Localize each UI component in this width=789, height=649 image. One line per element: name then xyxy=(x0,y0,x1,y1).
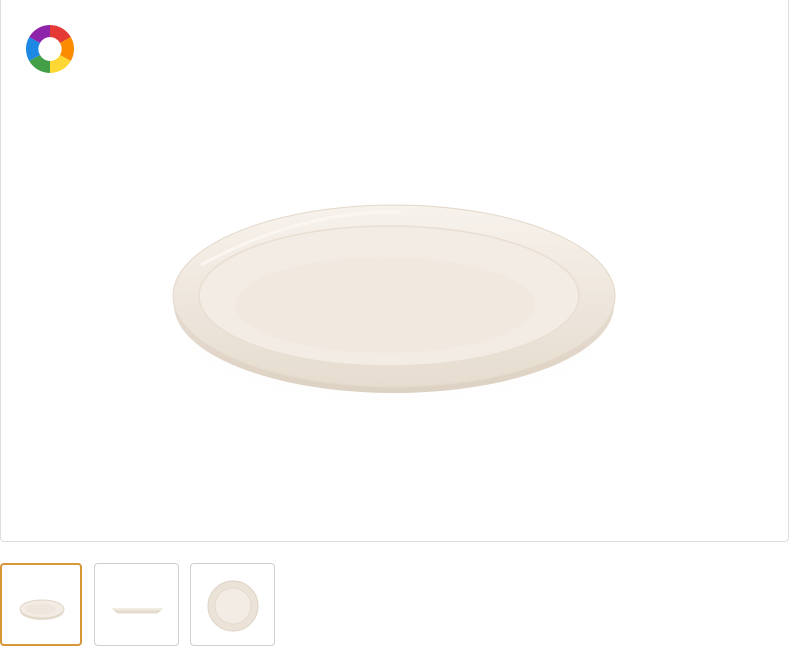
top-plate-icon xyxy=(207,580,259,632)
thumbnail-strip xyxy=(0,563,789,649)
product-image-plate[interactable] xyxy=(1,0,788,541)
thumbnail-3[interactable] xyxy=(190,563,275,646)
side-plate-icon xyxy=(111,608,164,614)
main-image-viewer[interactable] xyxy=(0,0,789,542)
thumbnail-2[interactable] xyxy=(94,563,179,646)
thumbnail-1[interactable] xyxy=(0,563,82,646)
brand-logo-icon xyxy=(23,22,77,76)
angled-plate-icon xyxy=(19,599,65,620)
